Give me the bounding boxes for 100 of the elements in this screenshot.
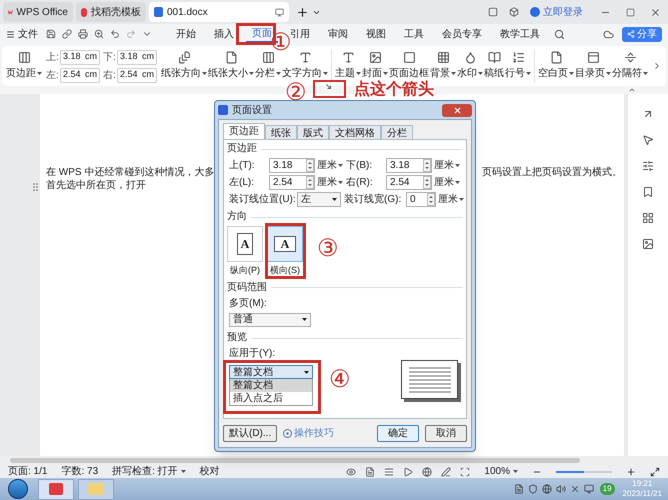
print-icon[interactable]: [78, 29, 88, 39]
layout-icon[interactable]: [488, 7, 498, 17]
cloud-icon[interactable]: [603, 28, 614, 40]
unit-dropdown[interactable]: 厘米: [438, 192, 464, 207]
margin-field[interactable]: 3.18 cm: [60, 50, 100, 64]
ribbon-button[interactable]: 背景: [430, 51, 456, 81]
file-menu[interactable]: 文件: [6, 26, 38, 42]
ribbon-button[interactable]: 分隔符: [612, 51, 648, 81]
ribbon-tab[interactable]: 会员专享: [436, 25, 488, 43]
ok-button[interactable]: 确定: [377, 425, 419, 442]
ribbon-tab[interactable]: 教学工具: [494, 25, 546, 43]
apply-to-select[interactable]: 整篇文档: [229, 365, 313, 379]
margin-field[interactable]: 2.54 cm: [117, 68, 157, 82]
ribbon-tab[interactable]: 开始: [170, 25, 202, 43]
cube-icon[interactable]: [509, 7, 519, 17]
ribbon-tab[interactable]: 工具: [398, 25, 430, 43]
number-field[interactable]: 0: [406, 192, 436, 207]
pages-select[interactable]: 普通: [229, 312, 311, 326]
unit-dropdown[interactable]: 厘米: [434, 175, 460, 190]
grid-icon[interactable]: [642, 212, 654, 224]
fullscreen-icon[interactable]: [650, 466, 660, 476]
zoom-level[interactable]: 100%: [484, 466, 518, 476]
zoom-in-icon[interactable]: [626, 466, 636, 476]
collapse-icon[interactable]: [628, 86, 636, 94]
unit-dropdown[interactable]: 厘米: [434, 158, 460, 173]
ribbon-button[interactable]: 封面: [362, 51, 388, 81]
ribbon-button[interactable]: 稿纸: [484, 51, 504, 81]
spinner-icon[interactable]: [427, 193, 435, 206]
document-tray-icon[interactable]: [514, 484, 524, 494]
cancel-button[interactable]: 取消: [425, 425, 467, 442]
dialog-tab[interactable]: 文档网格: [329, 125, 381, 139]
ribbon-tab[interactable]: 审阅: [322, 25, 354, 43]
spell-check-toggle[interactable]: 拼写检查: 打开: [112, 466, 186, 476]
ribbon-button[interactable]: 行号: [505, 51, 531, 81]
tips-link[interactable]: 操作技巧: [283, 426, 334, 441]
new-tab-icon[interactable]: [296, 6, 309, 18]
spinner-icon[interactable]: [306, 176, 314, 189]
spinner-icon[interactable]: [423, 176, 431, 189]
eye-icon[interactable]: [346, 466, 356, 476]
page-view-icon[interactable]: [365, 466, 376, 476]
speaker-icon[interactable]: [556, 484, 566, 494]
ribbon-button[interactable]: 目录页: [575, 51, 611, 81]
cursor-icon[interactable]: [642, 134, 654, 146]
unit-dropdown[interactable]: 厘米: [317, 158, 343, 173]
login-link[interactable]: 立即登录: [543, 4, 583, 20]
play-icon[interactable]: [403, 466, 414, 476]
close-icon[interactable]: [650, 6, 661, 18]
globe-icon[interactable]: [422, 466, 432, 476]
proofread-button[interactable]: 校对: [200, 466, 220, 476]
dropdown-option[interactable]: 整篇文档: [230, 379, 312, 392]
number-field[interactable]: 2.54: [386, 175, 432, 190]
bookmark-icon[interactable]: [642, 186, 654, 198]
browser-tab[interactable]: 001.docx: [149, 2, 289, 22]
pen-icon[interactable]: [441, 466, 452, 476]
ribbon-tab[interactable]: 视图: [360, 25, 392, 43]
restore-icon[interactable]: [626, 8, 635, 16]
share-button[interactable]: 分享: [622, 26, 662, 42]
dialog-tab[interactable]: 页边距: [223, 123, 265, 139]
browser-tab[interactable]: 找稻壳模板: [76, 2, 146, 22]
ribbon-button[interactable]: 文字方向: [282, 51, 328, 81]
ribbon-button[interactable]: 分栏: [255, 51, 281, 81]
dialog-tab[interactable]: 分栏: [381, 125, 413, 139]
margin-field[interactable]: 3.18 cm: [117, 50, 157, 64]
number-field[interactable]: 3.18: [386, 158, 432, 173]
dropdown-option[interactable]: 插入点之后: [230, 392, 312, 405]
start-button[interactable]: [8, 479, 28, 499]
sliders-icon[interactable]: [642, 160, 654, 172]
margins-button[interactable]: 页边距: [6, 51, 42, 81]
cross-icon[interactable]: [570, 484, 580, 494]
ribbon-button[interactable]: 水印: [457, 51, 483, 81]
ribbon-button[interactable]: 主题: [335, 51, 361, 81]
undo-icon[interactable]: [110, 29, 120, 39]
network-icon[interactable]: [542, 484, 552, 494]
drag-handle-icon[interactable]: [33, 183, 38, 191]
zoom-icon[interactable]: [94, 29, 104, 39]
fit-icon[interactable]: [460, 466, 470, 476]
spinner-icon[interactable]: [423, 159, 431, 172]
taskbar-app-icon[interactable]: [38, 478, 74, 500]
ribbon-button[interactable]: 页面边框: [389, 51, 429, 81]
gutter-select[interactable]: 左: [297, 192, 341, 207]
ribbon-button[interactable]: 纸张方向: [161, 51, 207, 81]
dialog-launcher-icon[interactable]: [326, 84, 331, 89]
arrow-icon[interactable]: [642, 108, 654, 120]
link-icon[interactable]: [62, 29, 72, 39]
horizontal-scrollbar[interactable]: [10, 458, 580, 463]
ribbon-tab[interactable]: 插入: [208, 25, 240, 43]
monitor-icon[interactable]: [584, 484, 594, 494]
search-icon[interactable]: [554, 28, 565, 40]
shield-icon[interactable]: [528, 484, 538, 494]
number-field[interactable]: 2.54: [269, 175, 315, 190]
image-icon[interactable]: [642, 238, 654, 250]
browser-tab[interactable]: WPS Office: [3, 2, 73, 22]
dialog-tab[interactable]: 版式: [297, 125, 329, 139]
save-icon[interactable]: [46, 29, 56, 39]
spinner-icon[interactable]: [306, 159, 314, 172]
unit-dropdown[interactable]: 厘米: [317, 175, 343, 190]
number-field[interactable]: 3.18: [269, 158, 315, 173]
dialog-tab[interactable]: 纸张: [265, 125, 297, 139]
close-button[interactable]: [442, 104, 472, 116]
default-button[interactable]: 默认(D)...: [223, 425, 278, 442]
